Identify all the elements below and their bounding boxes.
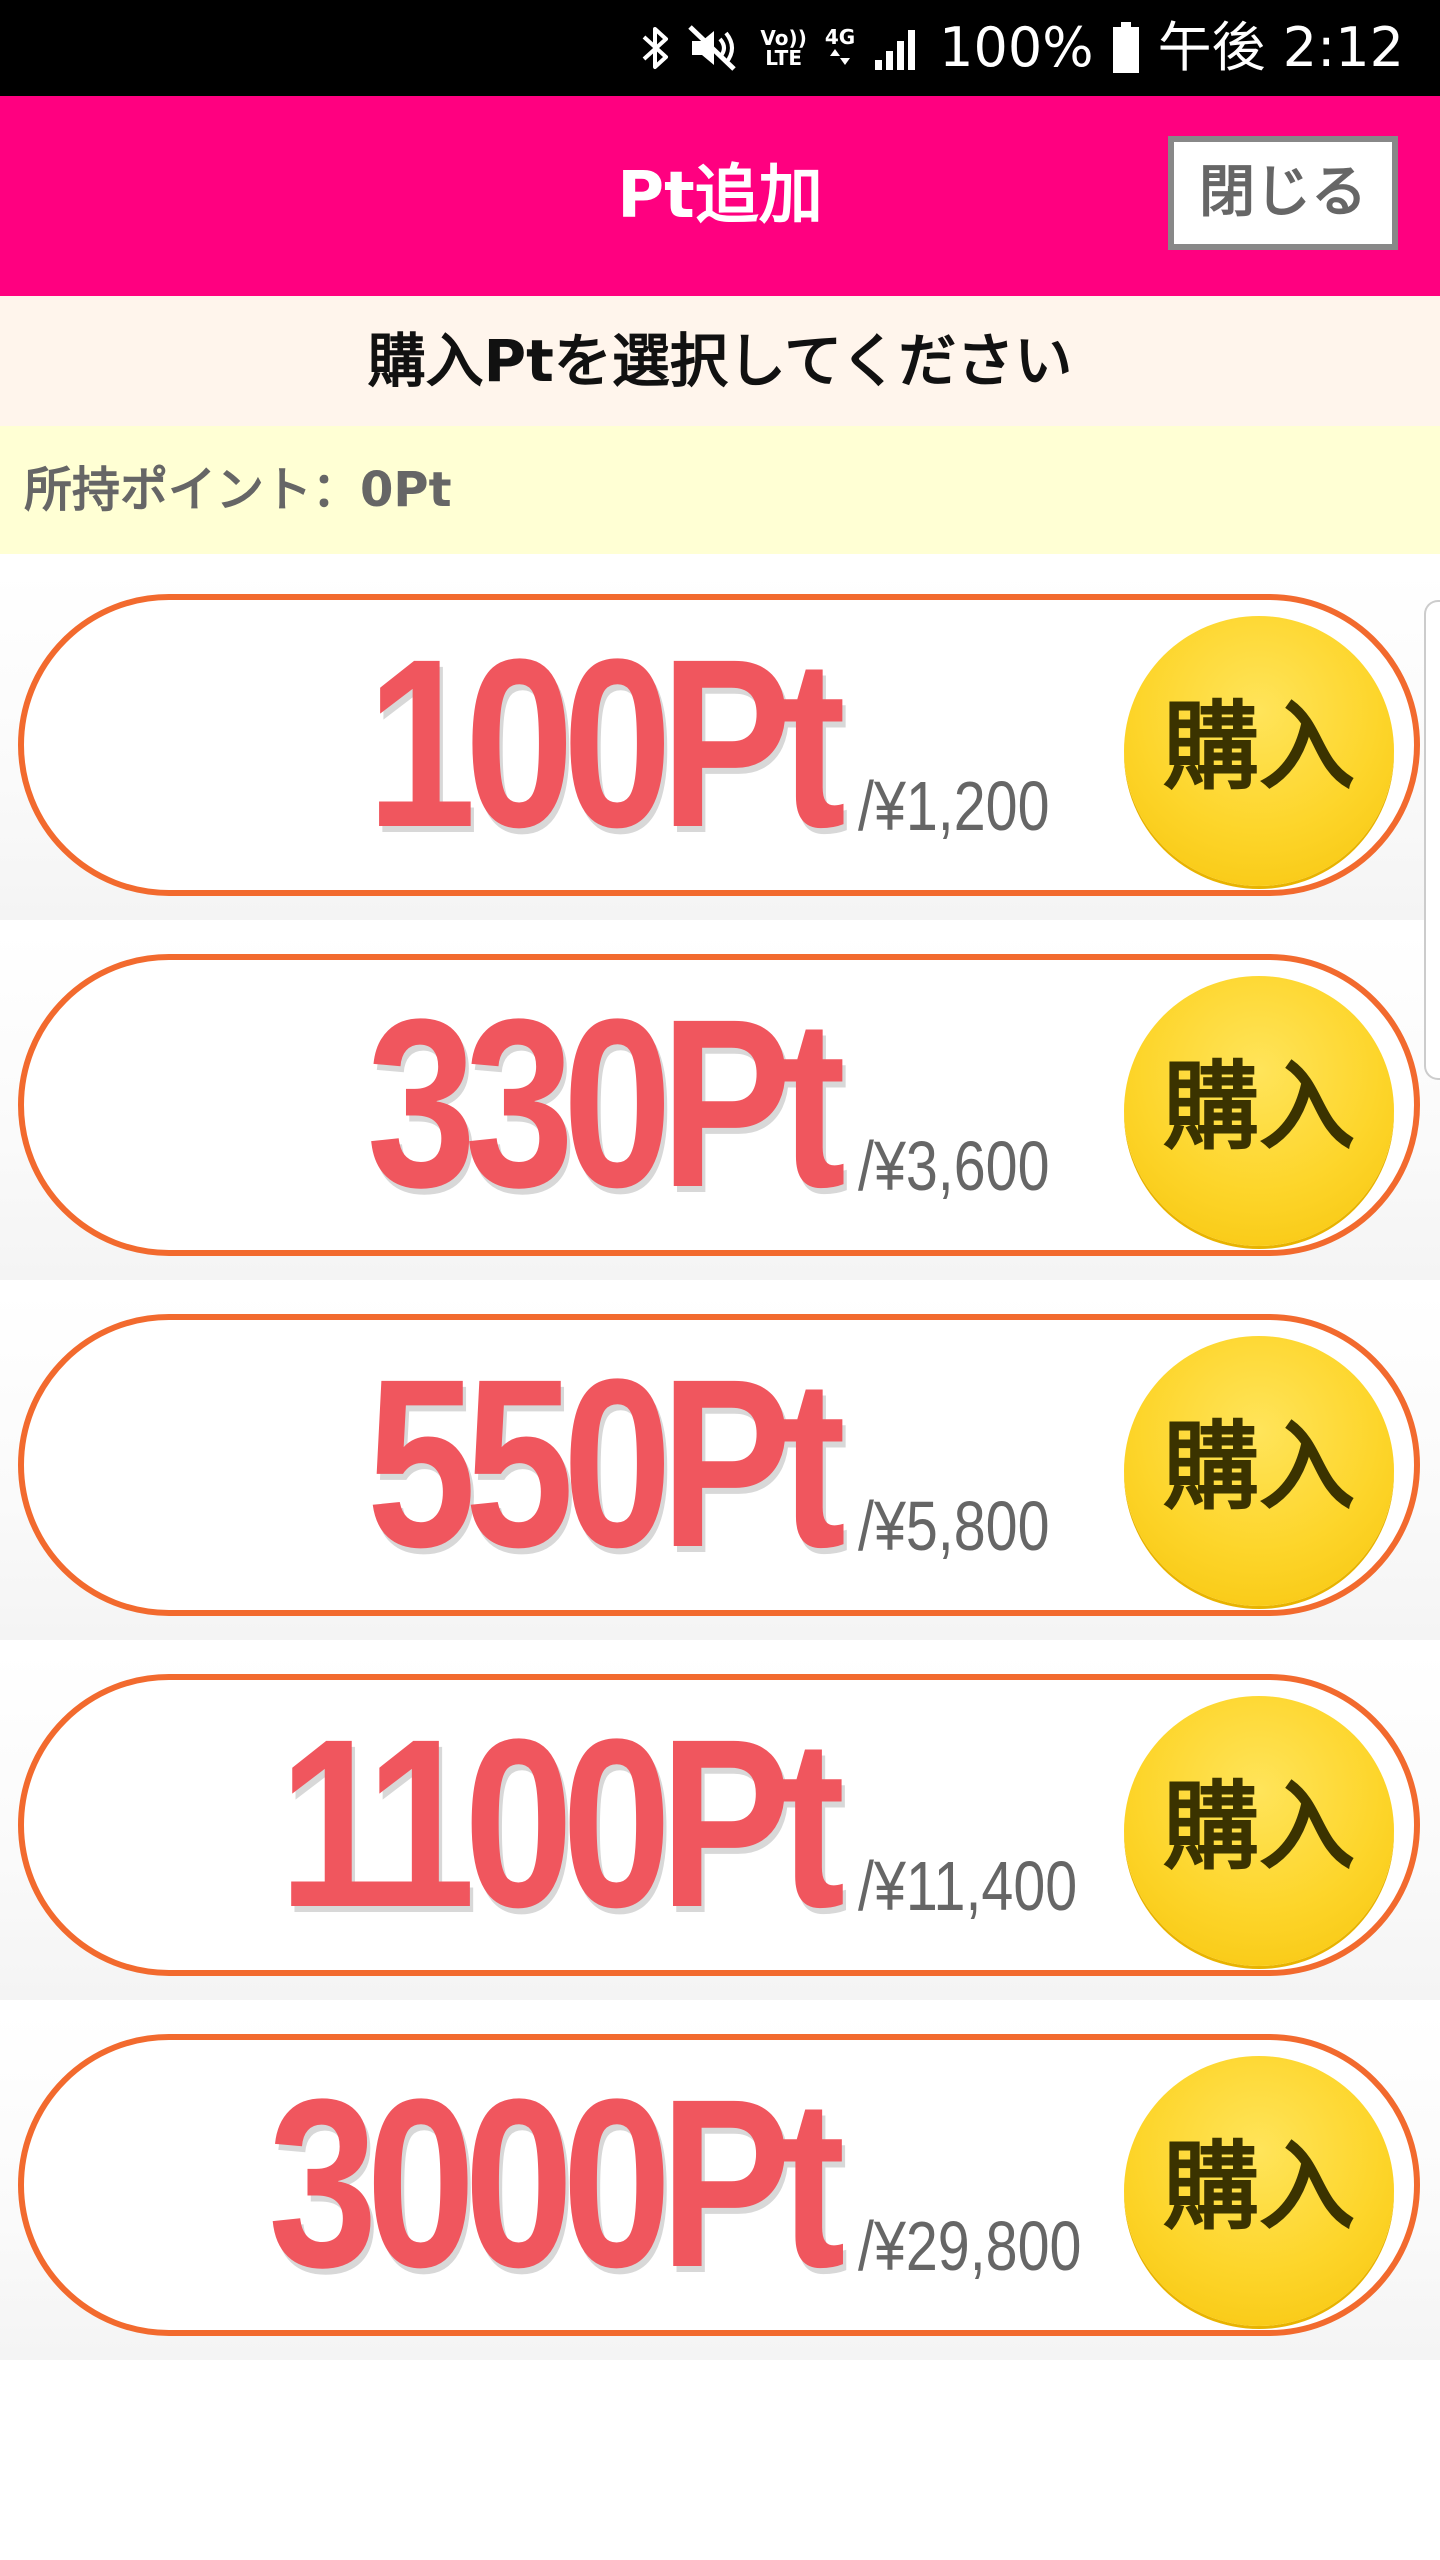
price-label: /¥11,400 <box>858 1847 1078 1925</box>
buy-button[interactable]: 購入 <box>1124 2056 1394 2326</box>
purchase-option-3000[interactable]: 3000Pt /¥29,800 購入 <box>0 2010 1440 2360</box>
points-amount: 1100Pt <box>279 1689 845 1957</box>
battery-percent: 100% <box>939 16 1094 79</box>
volte-bottom-text: LTE <box>765 46 802 70</box>
price-label: /¥29,800 <box>858 2207 1082 2285</box>
bluetooth-icon <box>640 23 670 73</box>
buy-button[interactable]: 購入 <box>1124 976 1394 1246</box>
close-button[interactable]: 閉じる <box>1168 136 1398 250</box>
points-amount: 330Pt <box>366 969 845 1237</box>
price-label: /¥3,600 <box>858 1127 1050 1205</box>
purchase-option-1100[interactable]: 1100Pt /¥11,400 購入 <box>0 1650 1440 2000</box>
network-type-text: 4G <box>824 24 856 49</box>
network-type-icon: 4G <box>825 27 855 70</box>
buy-button[interactable]: 購入 <box>1124 1336 1394 1606</box>
points-amount: 3000Pt <box>268 2049 845 2317</box>
mute-icon <box>688 23 742 73</box>
purchase-option-100[interactable]: 100Pt /¥1,200 購入 <box>0 570 1440 920</box>
signal-icon <box>873 24 921 72</box>
price-label: /¥1,200 <box>858 767 1050 845</box>
buy-button[interactable]: 購入 <box>1124 1696 1394 1966</box>
clock: 午後 2:12 <box>1157 16 1404 79</box>
data-arrows-icon <box>825 47 855 70</box>
battery-icon <box>1112 22 1140 74</box>
status-icons: Vo)) LTE 4G 100% 午後 2:12 <box>640 0 1404 96</box>
buy-button[interactable]: 購入 <box>1124 616 1394 886</box>
volte-top-text: Vo)) <box>760 26 807 50</box>
header: Pt追加 閉じる <box>0 96 1440 296</box>
purchase-option-550[interactable]: 550Pt /¥5,800 購入 <box>0 1290 1440 1640</box>
points-amount: 100Pt <box>366 609 845 877</box>
purchase-option-330[interactable]: 330Pt /¥3,600 購入 <box>0 930 1440 1280</box>
owned-points-bar: 所持ポイント：0Pt <box>0 426 1440 554</box>
points-amount: 550Pt <box>366 1329 845 1597</box>
owned-points-label: 所持ポイント：0Pt <box>24 462 452 518</box>
instruction-text: 購入Ptを選択してください <box>0 296 1440 426</box>
status-bar: Vo)) LTE 4G 100% 午後 2:12 <box>0 0 1440 96</box>
volte-icon: Vo)) LTE <box>760 28 806 68</box>
scroll-indicator[interactable] <box>1424 600 1440 1080</box>
price-label: /¥5,800 <box>858 1487 1050 1565</box>
